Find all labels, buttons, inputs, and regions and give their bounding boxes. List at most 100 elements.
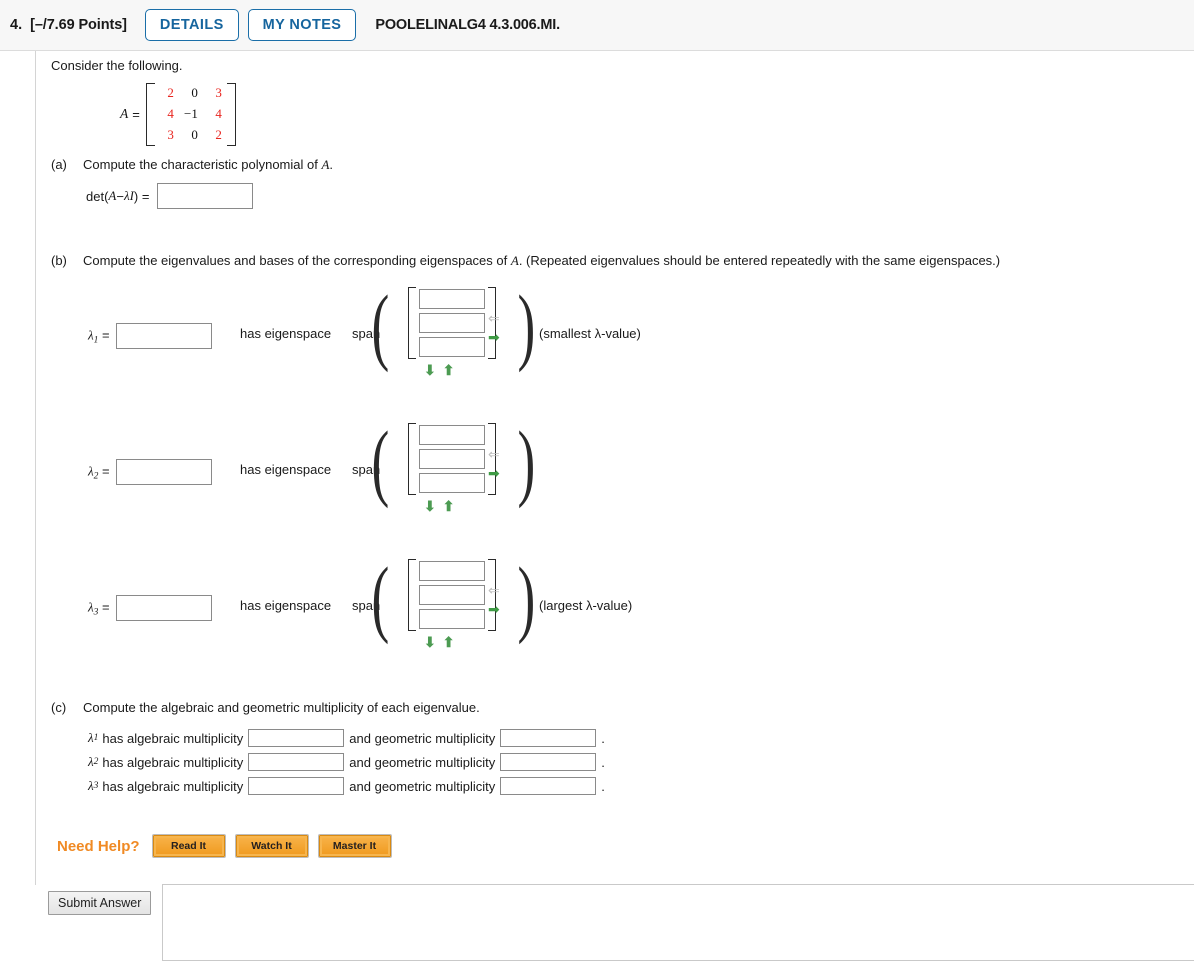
question-number: 4. [10, 17, 23, 33]
eigenvector-3-component-3[interactable] [419, 609, 485, 629]
period-3: . [601, 778, 605, 794]
matrix-label: A [120, 106, 129, 122]
read-it-button[interactable]: Read It [151, 834, 226, 858]
matrix-cell: 2 [215, 126, 222, 142]
down-arrow-icon[interactable]: ⬇ [424, 363, 436, 377]
master-it-button[interactable]: Master It [317, 834, 392, 858]
submit-answer-button[interactable]: Submit Answer [48, 891, 152, 915]
matrix-row: 2 0 3 [155, 83, 227, 104]
lambda-subscript: 3 [93, 781, 99, 791]
part-a-text-end: . [329, 157, 334, 172]
up-arrow-icon[interactable]: ⬆ [443, 499, 455, 513]
lambda-1-input[interactable] [115, 323, 212, 349]
matrix-cell: 0 [191, 85, 198, 100]
eigenvector-3 [408, 559, 496, 631]
eigenvector-2-component-2[interactable] [419, 449, 485, 469]
part-a-letter: (a) [51, 157, 67, 172]
lambda-2-input[interactable] [115, 459, 212, 485]
matrix-cell: 0 [191, 126, 198, 142]
lambda-subscript: 2 [93, 471, 99, 482]
det-label-lambda: λI [123, 188, 134, 203]
algebraic-multiplicity-2-input[interactable] [248, 753, 345, 771]
watch-it-button[interactable]: Watch It [234, 834, 309, 858]
lambda-3-input[interactable] [115, 595, 212, 621]
char-poly-input[interactable] [157, 183, 254, 209]
lambda-equals: = [102, 327, 110, 343]
eigen-3-updown-group: ⬇ ⬆ [424, 635, 454, 649]
vector-left-bracket [408, 423, 416, 495]
my-notes-button[interactable]: MY NOTES [247, 8, 357, 42]
vector-left-bracket [408, 287, 416, 359]
left-paren-2: ( [371, 413, 390, 509]
left-arrow-icon: ⇐ [488, 446, 500, 462]
lambda-subscript: 1 [93, 733, 99, 743]
problem-code: POOLELINALG4 4.3.006.MI. [375, 17, 560, 33]
part-a-text: Compute the characteristic polynomial of [83, 157, 322, 172]
algebraic-label-3: has algebraic multiplicity [102, 778, 244, 794]
geometric-multiplicity-2-input[interactable] [500, 753, 597, 771]
det-answer-row: det(A − λI) = [86, 183, 254, 209]
eigenvector-1-component-3[interactable] [419, 337, 485, 357]
up-arrow-icon[interactable]: ⬆ [443, 635, 455, 649]
det-label-post: ) = [133, 188, 150, 204]
eigenvector-3-component-1[interactable] [419, 561, 485, 581]
algebraic-multiplicity-1-input[interactable] [248, 729, 345, 747]
det-label-var: A [108, 188, 117, 203]
need-help-section: Need Help? Read It Watch It Master It [57, 834, 402, 858]
eigenvector-3-component-2[interactable] [419, 585, 485, 605]
matrix-equals: = [132, 106, 140, 122]
eigenvector-2-component-1[interactable] [419, 425, 485, 445]
right-arrow-icon[interactable]: ➡ [488, 602, 500, 616]
part-c-letter: (c) [51, 700, 67, 715]
right-arrow-icon[interactable]: ➡ [488, 466, 500, 480]
need-help-label: Need Help? [57, 837, 140, 855]
lambda-3-label: λ3 = [88, 595, 212, 621]
part-a-prompt: (a) Compute the characteristic polynomial… [51, 157, 333, 173]
matrix-cell: 4 [167, 105, 174, 121]
eigenvector-1-component-2[interactable] [419, 313, 485, 333]
multiplicity-row-3: λ3 has algebraic multiplicity and geomet… [88, 777, 605, 795]
lambda-1-label: λ1 = [88, 323, 212, 349]
eigen-2-arrow-group: ⇐ ➡ [488, 447, 500, 480]
down-arrow-icon[interactable]: ⬇ [424, 499, 436, 513]
matrix-cell: 4 [215, 105, 222, 121]
multiplicity-row-2: λ2 has algebraic multiplicity and geomet… [88, 753, 605, 771]
up-arrow-icon[interactable]: ⬆ [443, 363, 455, 377]
eigen-1-arrow-group: ⇐ ➡ [488, 311, 500, 344]
algebraic-label-1: has algebraic multiplicity [102, 730, 244, 746]
left-arrow-icon: ⇐ [488, 310, 500, 326]
algebraic-label-2: has algebraic multiplicity [102, 754, 244, 770]
eigen-2-updown-group: ⬇ ⬆ [424, 499, 454, 513]
geometric-label-1: and geometric multiplicity [349, 730, 496, 746]
geometric-multiplicity-1-input[interactable] [500, 729, 597, 747]
eigenvector-1-component-1[interactable] [419, 289, 485, 309]
eigen-row-2: λ2 = has eigenspace span ( ⇐ ➡ ⬇ ⬆ ) [0, 415, 1194, 525]
has-eigenspace-label-3: has eigenspace [240, 598, 332, 613]
eigen-3-arrow-group: ⇐ ➡ [488, 583, 500, 616]
matrix-left-bracket [145, 83, 155, 146]
question-points: [–/7.69 Points] [30, 17, 127, 33]
algebraic-multiplicity-3-input[interactable] [248, 777, 345, 795]
part-b-variable: A [510, 253, 519, 268]
eigen-row-1: λ1 = has eigenspace span ( ⇐ ➡ ⬇ ⬆ ) (sm… [0, 279, 1194, 389]
part-b-text: Compute the eigenvalues and bases of the… [83, 253, 511, 268]
period-1: . [601, 730, 605, 746]
right-paren-3: ) [517, 549, 536, 645]
part-b-prompt: (b) Compute the eigenvalues and bases of … [51, 253, 1000, 269]
lambda-equals: = [102, 599, 110, 615]
eigenvector-2-component-3[interactable] [419, 473, 485, 493]
vector-left-bracket [408, 559, 416, 631]
left-arrow-icon: ⇐ [488, 582, 500, 598]
details-button[interactable]: DETAILS [144, 8, 239, 42]
has-eigenspace-label-1: has eigenspace [240, 326, 332, 341]
bottom-response-pane [162, 884, 1194, 961]
down-arrow-icon[interactable]: ⬇ [424, 635, 436, 649]
matrix-cell: 3 [167, 126, 174, 142]
lambda-equals: = [102, 463, 110, 479]
eigen-row-3: λ3 = has eigenspace span ( ⇐ ➡ ⬇ ⬆ ) (la… [0, 551, 1194, 661]
geometric-multiplicity-3-input[interactable] [500, 777, 597, 795]
eigenvector-2 [408, 423, 496, 495]
right-arrow-icon[interactable]: ➡ [488, 330, 500, 344]
matrix-cell: 2 [167, 85, 174, 100]
part-c-prompt: (c) Compute the algebraic and geometric m… [51, 700, 480, 715]
